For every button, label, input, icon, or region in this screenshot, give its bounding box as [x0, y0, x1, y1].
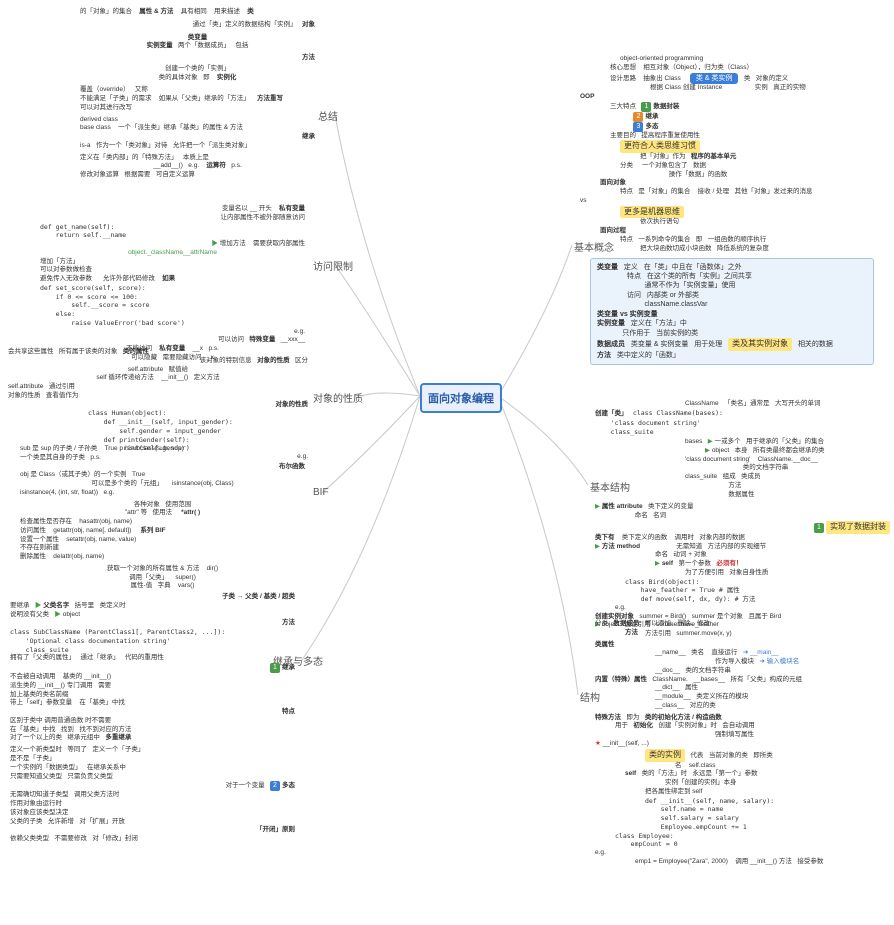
flag-icon: ▶ — [655, 560, 660, 567]
region-inherit: 子类 → 父类 / 基类 / 超类 要继承 ▶ 父类名字 括号里 类定义时 说明… — [10, 593, 295, 844]
region-basic: object-oriented programming 核心思想 相互对象（Ob… — [580, 55, 880, 365]
branch-properties: 对象的性质 — [313, 390, 363, 405]
region-summary: 的「对象」的集合 属性 & 方法 具有相同 用来描述 类 通过「类」定义的数据结… — [80, 8, 315, 180]
region-access: 变量名以 __ 开头 私有变量 让内部属性不被外部随意访问 def get_na… — [40, 205, 305, 363]
arrow-icon: ➜ — [743, 649, 748, 656]
flag-icon: ▶ — [708, 438, 713, 445]
flag-icon: ▶ — [35, 602, 42, 609]
flag-icon: ▶ — [211, 240, 218, 247]
region-selfstruct: ClassName 「类名」通常是 大写开头的单词 创建「类」 class Cl… — [595, 400, 890, 639]
root-node: 面向对象编程 — [420, 383, 502, 413]
flag-icon: ▶ — [595, 503, 600, 510]
branch-summary: 总结 — [318, 108, 338, 123]
arrow-icon: ➜ — [759, 658, 764, 665]
flag-icon: ▶ — [54, 611, 61, 618]
star-icon: ★ — [595, 740, 601, 747]
branch-bif: BIF — [313, 487, 329, 498]
branch-access: 访问限制 — [313, 258, 353, 273]
region-structure: 分类 数据成员 可以添加、删除、修改 方法 类属性 __name__ 类名 直接… — [595, 620, 890, 867]
flag-icon: ▶ — [595, 543, 600, 550]
region-bif: sub 是 sup 的子类 / 子孙类 True issubclass(sub,… — [20, 445, 305, 591]
flag-icon: ▶ — [705, 447, 710, 454]
